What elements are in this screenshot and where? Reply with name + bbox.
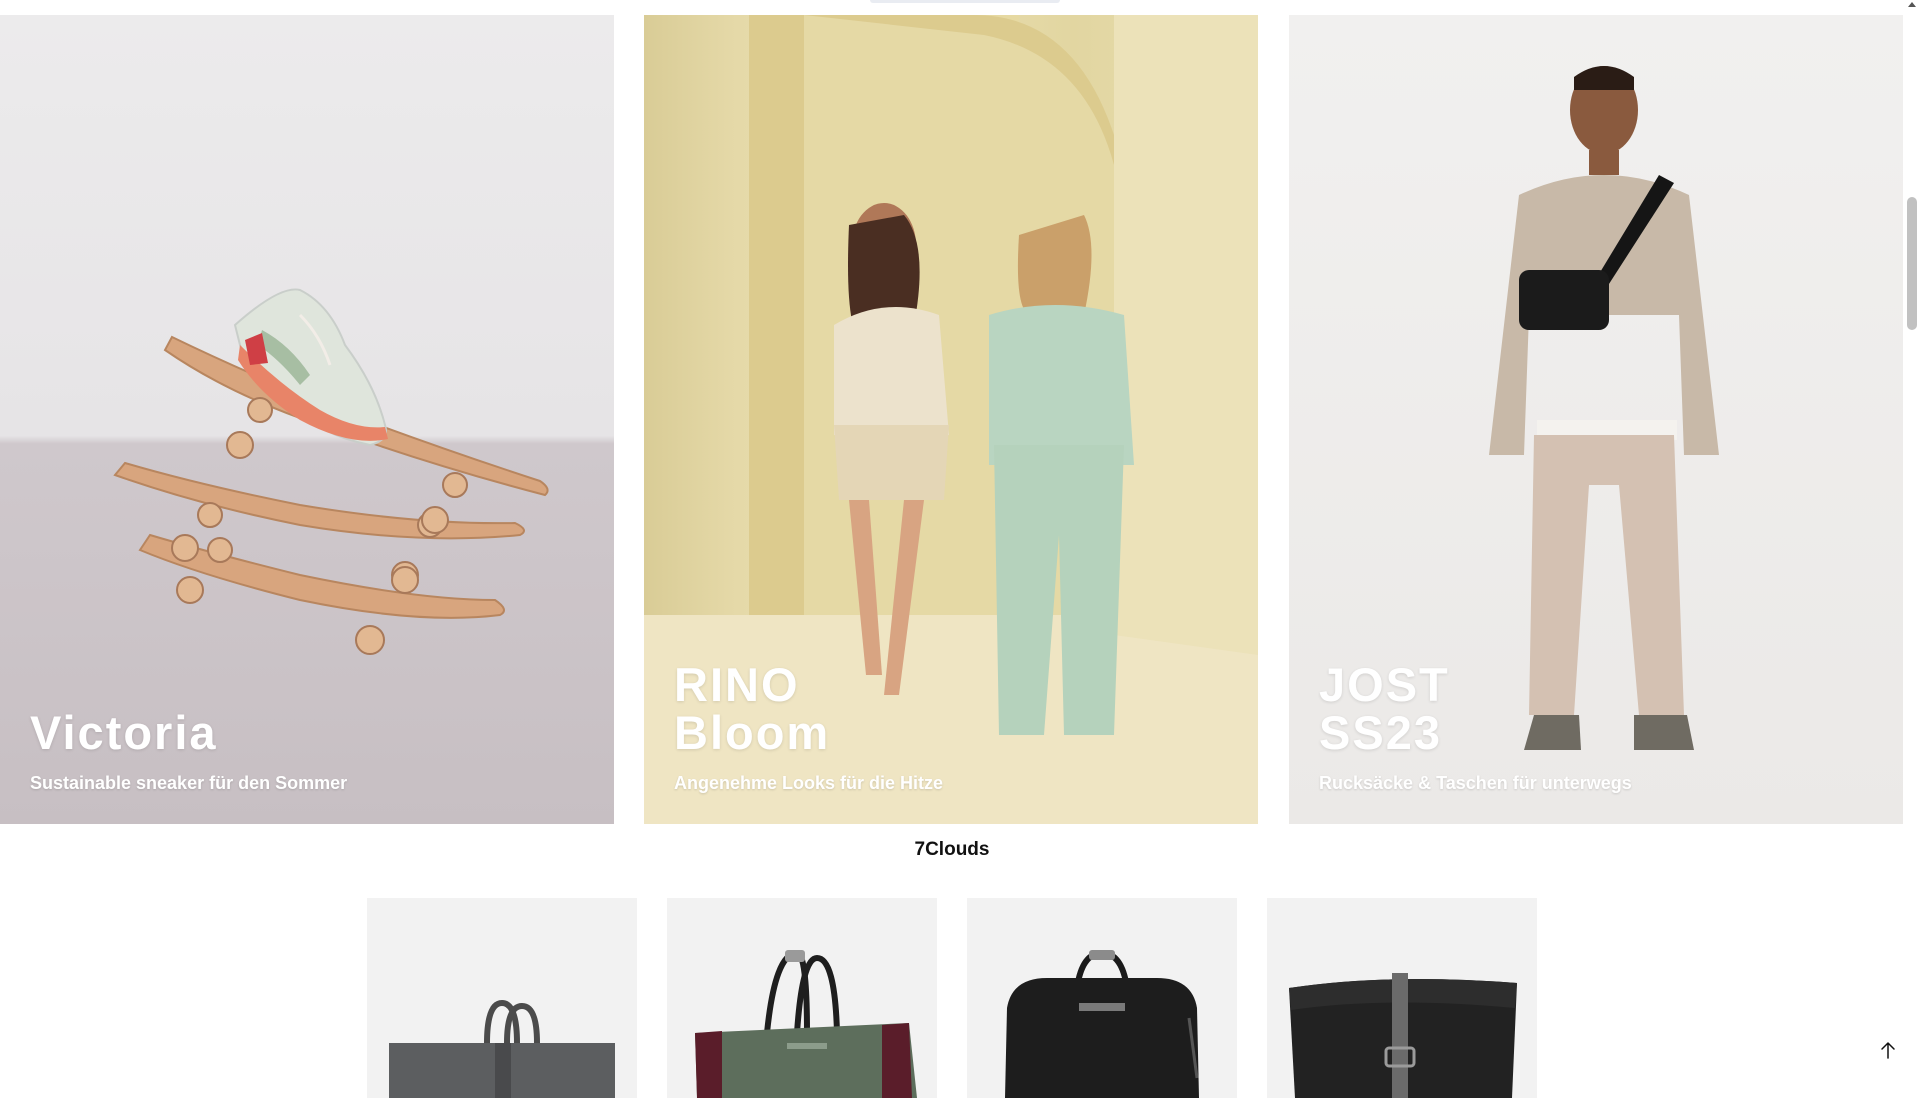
promo-tile-victoria[interactable]: Victoria Sustainable sneaker für den Som…: [0, 15, 614, 824]
promo-title: RINO Bloom: [674, 658, 831, 759]
vertical-scrollbar[interactable]: [1904, 0, 1920, 1080]
brand-section-heading: 7Clouds: [914, 839, 990, 860]
scroll-up-arrow-icon[interactable]: [1908, 2, 1916, 7]
product-image-black-backpack: [1005, 949, 1199, 1098]
top-header-edge: [0, 0, 1904, 15]
promo-title: JOST SS23: [1319, 658, 1450, 759]
promo-caption: JOST SS23 Rucksäcke & Taschen für unterwe…: [1319, 661, 1632, 794]
promo-tile-jost-ss23[interactable]: JOST SS23 Rucksäcke & Taschen für unterwe…: [1289, 15, 1903, 824]
product-image-grey-tote: [389, 999, 615, 1098]
arrow-up-icon: [1881, 1041, 1895, 1059]
promo-subtitle: Angenehme Looks für die Hitze: [674, 773, 944, 793]
back-to-top-button[interactable]: [1870, 1038, 1906, 1062]
product-card-black-backpack[interactable]: [967, 898, 1237, 1098]
promo-subtitle: Rucksäcke & Taschen für unterwegs: [1319, 773, 1632, 793]
promo-image-sneaker-skateboards: [113, 288, 549, 655]
product-card-green-bag[interactable]: [667, 898, 937, 1098]
product-image-black-rolltop: [1289, 973, 1517, 1098]
promo-caption: Victoria Sustainable sneaker für den Som…: [30, 709, 347, 794]
header-nub: [870, 0, 1060, 3]
promo-caption: RINO Bloom Angenehme Looks für die Hitze: [674, 661, 943, 794]
promo-tile-rino-bloom[interactable]: RINO Bloom Angenehme Looks für die Hitze: [644, 15, 1258, 824]
product-image-green-bag: [695, 949, 917, 1098]
product-row: [367, 898, 1537, 1098]
promo-subtitle: Sustainable sneaker für den Sommer: [30, 773, 348, 793]
scrollbar-thumb[interactable]: [1907, 197, 1917, 330]
product-card-grey-tote[interactable]: [367, 898, 637, 1098]
product-card-black-rolltop[interactable]: [1267, 898, 1537, 1098]
promo-title: Victoria: [30, 706, 218, 759]
